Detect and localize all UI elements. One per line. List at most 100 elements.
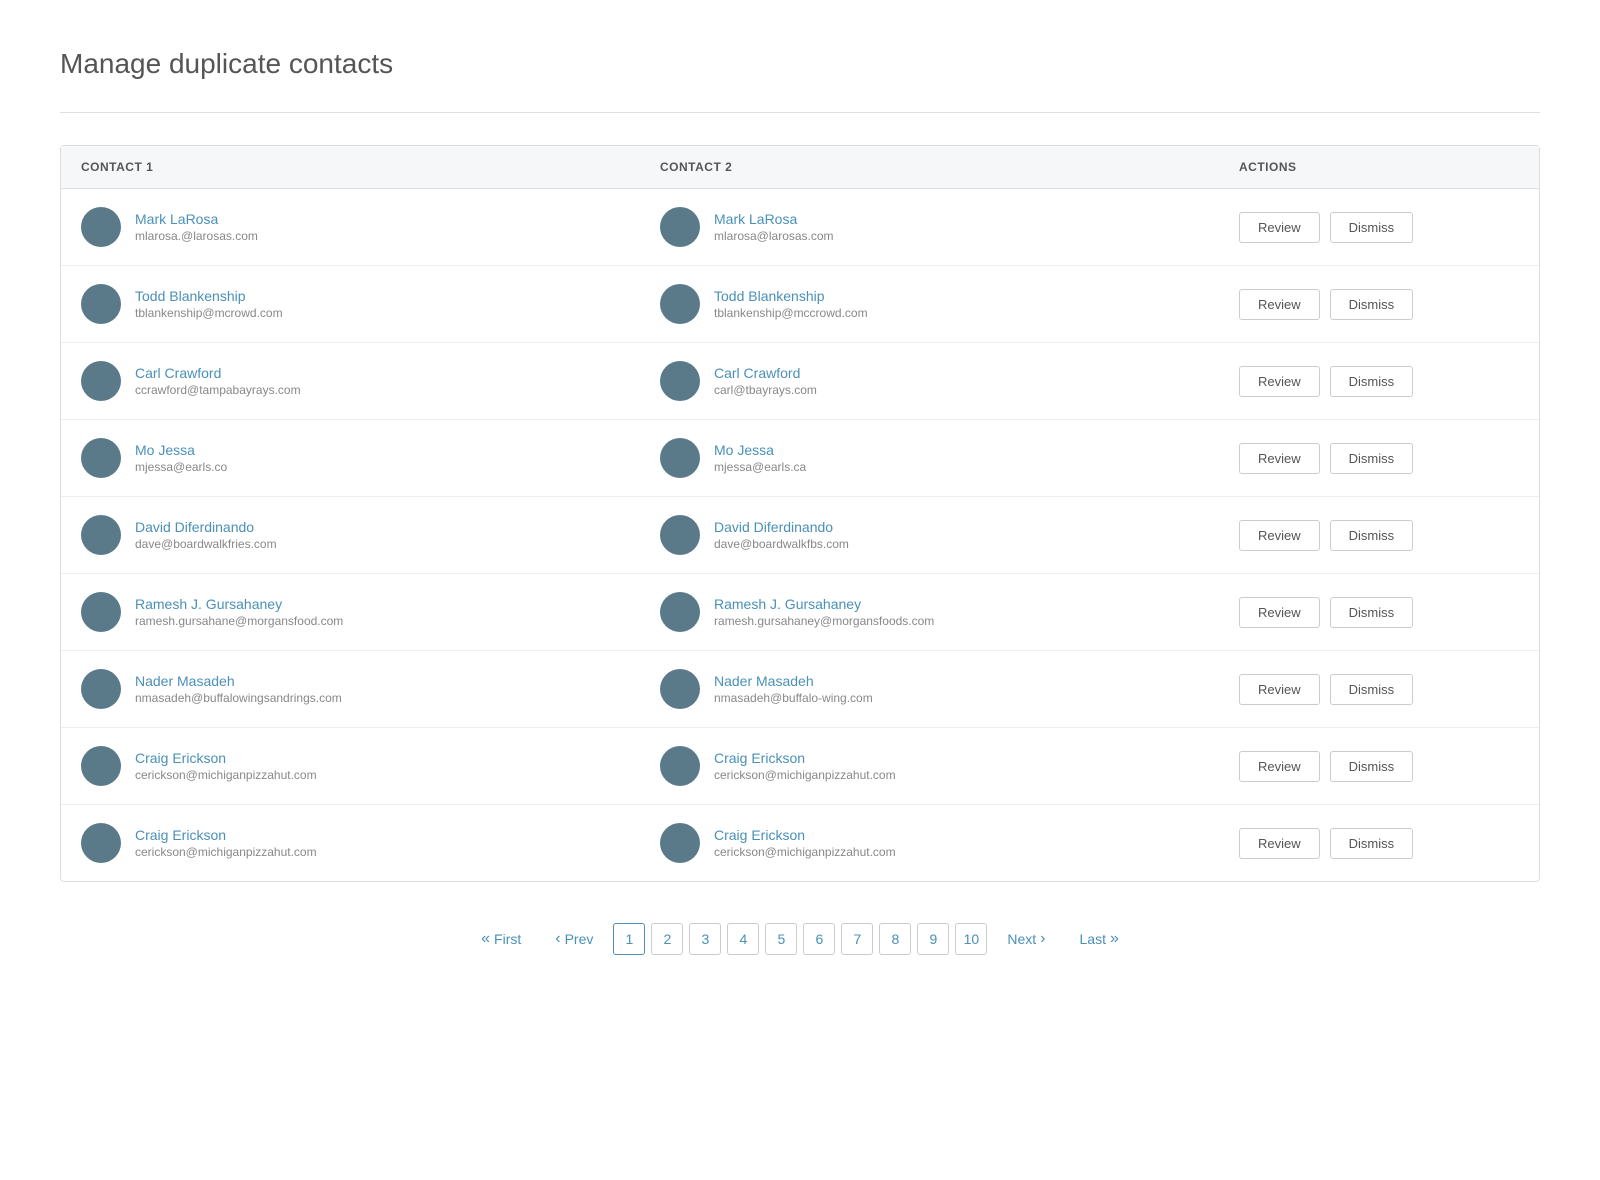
- dismiss-button[interactable]: Dismiss: [1330, 212, 1414, 243]
- contact2-name: Todd Blankenship: [714, 288, 868, 304]
- last-label: Last: [1080, 931, 1106, 947]
- contact2-info: Mo Jessa mjessa@earls.ca: [714, 442, 806, 474]
- avatar: [660, 669, 700, 709]
- dismiss-button[interactable]: Dismiss: [1330, 366, 1414, 397]
- last-button[interactable]: Last »: [1066, 922, 1133, 956]
- contact1-email: ramesh.gursahane@morgansfood.com: [135, 614, 343, 628]
- page-number-7[interactable]: 7: [841, 923, 873, 955]
- page-number-3[interactable]: 3: [689, 923, 721, 955]
- contact1-name: David Diferdinando: [135, 519, 277, 535]
- header-contact1: CONTACT 1: [81, 160, 660, 174]
- contact1-name: Nader Masadeh: [135, 673, 342, 689]
- contact1-info: Nader Masadeh nmasadeh@buffalowingsandri…: [135, 673, 342, 705]
- contact1-cell: Ramesh J. Gursahaney ramesh.gursahane@mo…: [81, 592, 660, 632]
- review-button[interactable]: Review: [1239, 366, 1320, 397]
- page-number-10[interactable]: 10: [955, 923, 987, 955]
- review-button[interactable]: Review: [1239, 289, 1320, 320]
- contact2-cell: Mark LaRosa mlarosa@larosas.com: [660, 207, 1239, 247]
- table-row: Nader Masadeh nmasadeh@buffalowingsandri…: [61, 651, 1539, 728]
- contact1-cell: Nader Masadeh nmasadeh@buffalowingsandri…: [81, 669, 660, 709]
- avatar: [81, 284, 121, 324]
- contact2-cell: Craig Erickson cerickson@michiganpizzahu…: [660, 746, 1239, 786]
- avatar: [660, 823, 700, 863]
- contact1-email: dave@boardwalkfries.com: [135, 537, 277, 551]
- prev-button[interactable]: ‹ Prev: [541, 922, 607, 956]
- contact1-email: mjessa@earls.co: [135, 460, 227, 474]
- contact1-cell: Craig Erickson cerickson@michiganpizzahu…: [81, 823, 660, 863]
- avatar: [660, 207, 700, 247]
- actions-cell: Review Dismiss: [1239, 366, 1519, 397]
- contact1-info: Carl Crawford ccrawford@tampabayrays.com: [135, 365, 301, 397]
- next-label: Next: [1007, 931, 1036, 947]
- contact2-info: Nader Masadeh nmasadeh@buffalo-wing.com: [714, 673, 873, 705]
- contact2-info: Craig Erickson cerickson@michiganpizzahu…: [714, 827, 896, 859]
- review-button[interactable]: Review: [1239, 520, 1320, 551]
- header-actions: ACTIONS: [1239, 160, 1519, 174]
- page-number-2[interactable]: 2: [651, 923, 683, 955]
- contact2-email: ramesh.gursahaney@morgansfoods.com: [714, 614, 934, 628]
- actions-cell: Review Dismiss: [1239, 674, 1519, 705]
- page-number-9[interactable]: 9: [917, 923, 949, 955]
- dismiss-button[interactable]: Dismiss: [1330, 597, 1414, 628]
- contact2-info: David Diferdinando dave@boardwalkfbs.com: [714, 519, 849, 551]
- pagination: « First ‹ Prev 12345678910 Next › Last »: [60, 922, 1540, 956]
- contact2-email: carl@tbayrays.com: [714, 383, 817, 397]
- contact1-name: Craig Erickson: [135, 750, 317, 766]
- page-number-8[interactable]: 8: [879, 923, 911, 955]
- table-row: Todd Blankenship tblankenship@mcrowd.com…: [61, 266, 1539, 343]
- page-number-5[interactable]: 5: [765, 923, 797, 955]
- table-row: David Diferdinando dave@boardwalkfries.c…: [61, 497, 1539, 574]
- avatar: [660, 361, 700, 401]
- table-row: Craig Erickson cerickson@michiganpizzahu…: [61, 728, 1539, 805]
- contact2-email: cerickson@michiganpizzahut.com: [714, 768, 896, 782]
- contact2-email: nmasadeh@buffalo-wing.com: [714, 691, 873, 705]
- dismiss-button[interactable]: Dismiss: [1330, 828, 1414, 859]
- contact1-email: tblankenship@mcrowd.com: [135, 306, 283, 320]
- review-button[interactable]: Review: [1239, 751, 1320, 782]
- dismiss-button[interactable]: Dismiss: [1330, 520, 1414, 551]
- contact1-email: cerickson@michiganpizzahut.com: [135, 768, 317, 782]
- dismiss-button[interactable]: Dismiss: [1330, 674, 1414, 705]
- page-number-4[interactable]: 4: [727, 923, 759, 955]
- actions-cell: Review Dismiss: [1239, 751, 1519, 782]
- dismiss-button[interactable]: Dismiss: [1330, 443, 1414, 474]
- contact1-name: Mark LaRosa: [135, 211, 258, 227]
- next-button[interactable]: Next ›: [993, 922, 1059, 956]
- table-row: Carl Crawford ccrawford@tampabayrays.com…: [61, 343, 1539, 420]
- contact2-name: Nader Masadeh: [714, 673, 873, 689]
- prev-label: Prev: [565, 931, 594, 947]
- contact2-name: Carl Crawford: [714, 365, 817, 381]
- avatar: [660, 284, 700, 324]
- first-label: First: [494, 931, 521, 947]
- first-button[interactable]: « First: [467, 922, 535, 956]
- review-button[interactable]: Review: [1239, 828, 1320, 859]
- contact1-name: Carl Crawford: [135, 365, 301, 381]
- contact1-cell: Todd Blankenship tblankenship@mcrowd.com: [81, 284, 660, 324]
- actions-cell: Review Dismiss: [1239, 828, 1519, 859]
- review-button[interactable]: Review: [1239, 674, 1320, 705]
- table-row: Craig Erickson cerickson@michiganpizzahu…: [61, 805, 1539, 881]
- dismiss-button[interactable]: Dismiss: [1330, 289, 1414, 320]
- contact2-email: mlarosa@larosas.com: [714, 229, 834, 243]
- review-button[interactable]: Review: [1239, 212, 1320, 243]
- actions-cell: Review Dismiss: [1239, 597, 1519, 628]
- contact2-info: Carl Crawford carl@tbayrays.com: [714, 365, 817, 397]
- contact2-email: mjessa@earls.ca: [714, 460, 806, 474]
- page-number-1[interactable]: 1: [613, 923, 645, 955]
- contact1-email: ccrawford@tampabayrays.com: [135, 383, 301, 397]
- page-title: Manage duplicate contacts: [60, 48, 1540, 80]
- contact2-name: Craig Erickson: [714, 750, 896, 766]
- contact1-info: Mark LaRosa mlarosa.@larosas.com: [135, 211, 258, 243]
- contact2-cell: Mo Jessa mjessa@earls.ca: [660, 438, 1239, 478]
- contact2-name: Craig Erickson: [714, 827, 896, 843]
- contact2-cell: Craig Erickson cerickson@michiganpizzahu…: [660, 823, 1239, 863]
- contact2-cell: David Diferdinando dave@boardwalkfbs.com: [660, 515, 1239, 555]
- review-button[interactable]: Review: [1239, 597, 1320, 628]
- avatar: [81, 515, 121, 555]
- contact1-name: Ramesh J. Gursahaney: [135, 596, 343, 612]
- review-button[interactable]: Review: [1239, 443, 1320, 474]
- contact2-cell: Nader Masadeh nmasadeh@buffalo-wing.com: [660, 669, 1239, 709]
- dismiss-button[interactable]: Dismiss: [1330, 751, 1414, 782]
- contact1-cell: Craig Erickson cerickson@michiganpizzahu…: [81, 746, 660, 786]
- page-number-6[interactable]: 6: [803, 923, 835, 955]
